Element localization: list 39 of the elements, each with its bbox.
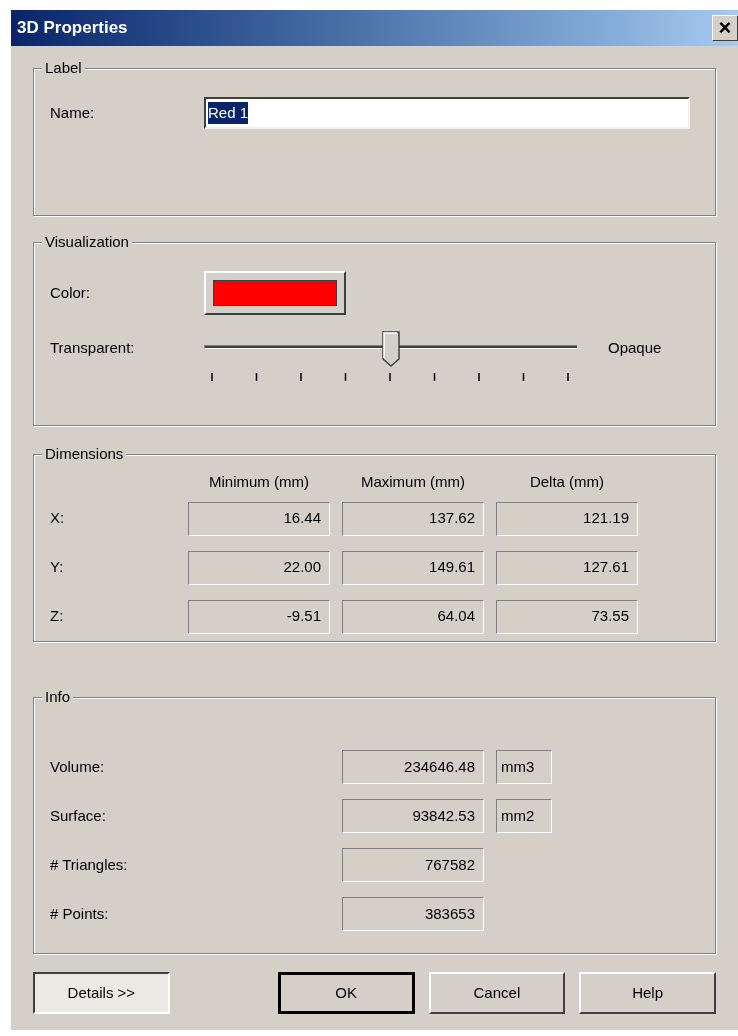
readonly-field: 127.61	[496, 550, 638, 585]
unit-field: mm2	[496, 799, 552, 833]
readonly-field: 73.55	[496, 599, 638, 634]
window-title: 3D Properties	[17, 17, 128, 40]
slider-thumb[interactable]	[382, 331, 400, 367]
row-label: Y:	[50, 557, 65, 578]
readonly-field: 121.19	[496, 501, 638, 536]
field-label: Color:	[50, 282, 91, 303]
readonly-field: -9.51	[188, 599, 330, 634]
dialog-button[interactable]: Details >>	[33, 972, 170, 1014]
readonly-field: 64.04	[342, 599, 484, 634]
unit-field: mm3	[496, 750, 552, 784]
readonly-field: 93842.53	[342, 799, 484, 833]
dialog-button[interactable]: Help	[579, 972, 716, 1014]
readonly-field: 22.00	[188, 550, 330, 585]
input-text: Red 1	[208, 101, 249, 125]
row-label: X:	[50, 508, 66, 529]
readonly-field: 149.61	[342, 550, 484, 585]
readonly-field: 137.62	[342, 501, 484, 536]
row-label: Volume:	[50, 756, 106, 777]
column-header: Minimum (mm)	[208, 472, 310, 492]
readonly-field: 383653	[342, 897, 484, 931]
slider-end-label: Opaque	[608, 338, 662, 358]
name-input[interactable]: Red 1	[204, 97, 690, 129]
field-label: Name:	[50, 102, 96, 123]
close-button[interactable]: ×	[712, 15, 738, 41]
column-header: Maximum (mm)	[359, 472, 467, 492]
row-label: # Points:	[50, 903, 110, 924]
field-label: Transparent:	[50, 338, 136, 358]
readonly-field: 234646.48	[342, 750, 484, 784]
color-button[interactable]	[204, 271, 346, 315]
row-label: Z:	[50, 606, 65, 627]
column-header: Delta (mm)	[528, 472, 606, 492]
dialog-button[interactable]: Cancel	[428, 972, 566, 1014]
row-label: # Triangles:	[50, 854, 129, 875]
readonly-field: 16.44	[188, 501, 330, 536]
dialog-button[interactable]: OK	[277, 972, 415, 1014]
row-label: Surface:	[50, 805, 107, 826]
readonly-field: 767582	[342, 848, 484, 882]
